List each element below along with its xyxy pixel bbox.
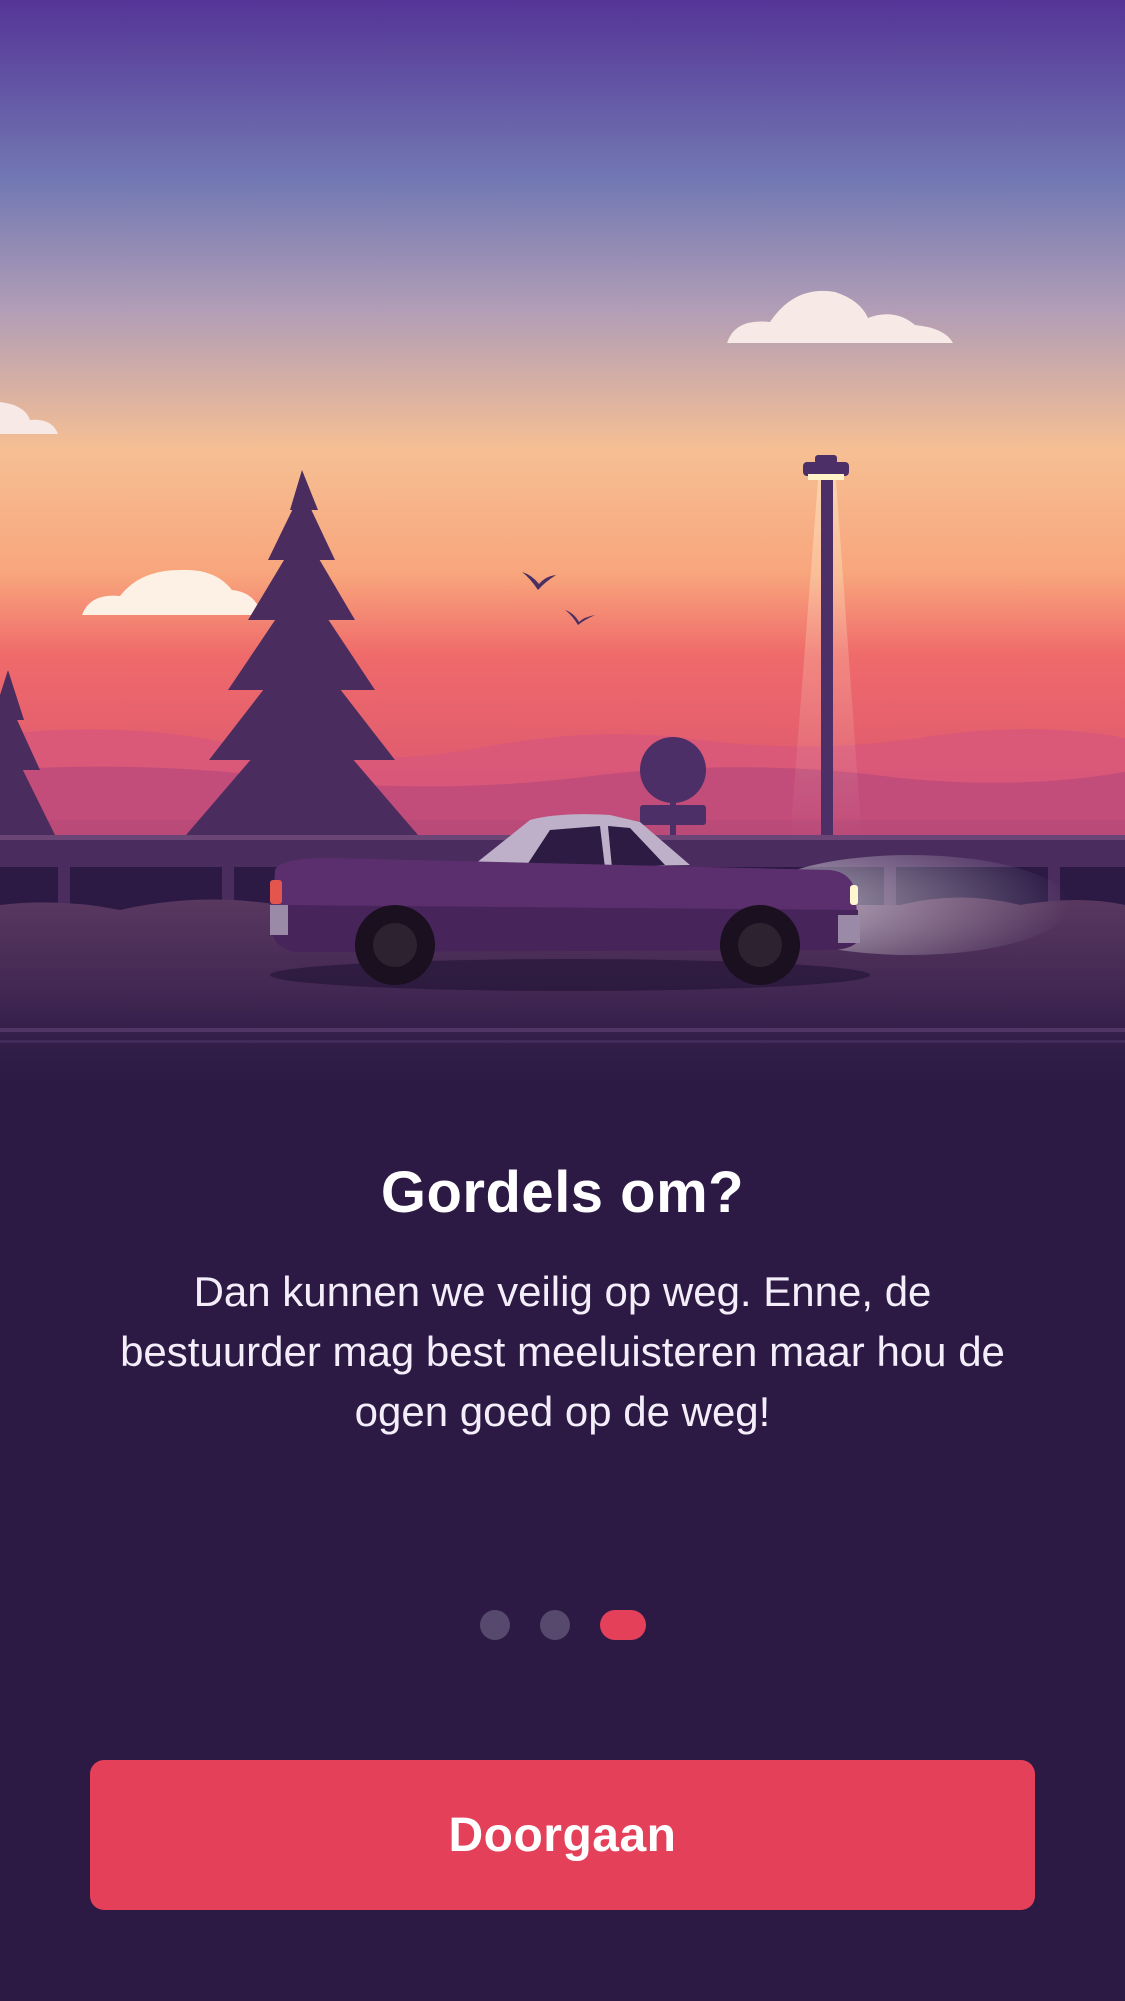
continue-button[interactable]: Doorgaan xyxy=(90,1760,1035,1910)
page-dot-2[interactable] xyxy=(539,1610,570,1640)
onboarding-description: Dan kunnen we veilig op weg. Enne, de be… xyxy=(120,1268,1005,1435)
onboarding-title: Gordels om? xyxy=(380,1160,745,1225)
page-dot-1[interactable] xyxy=(479,1610,510,1640)
onboarding-screen: Gordels om? Dan kunnen we veilig op weg.… xyxy=(0,0,1125,2001)
page-dot-3-active[interactable] xyxy=(599,1610,646,1640)
page-indicator xyxy=(0,1610,1125,1640)
